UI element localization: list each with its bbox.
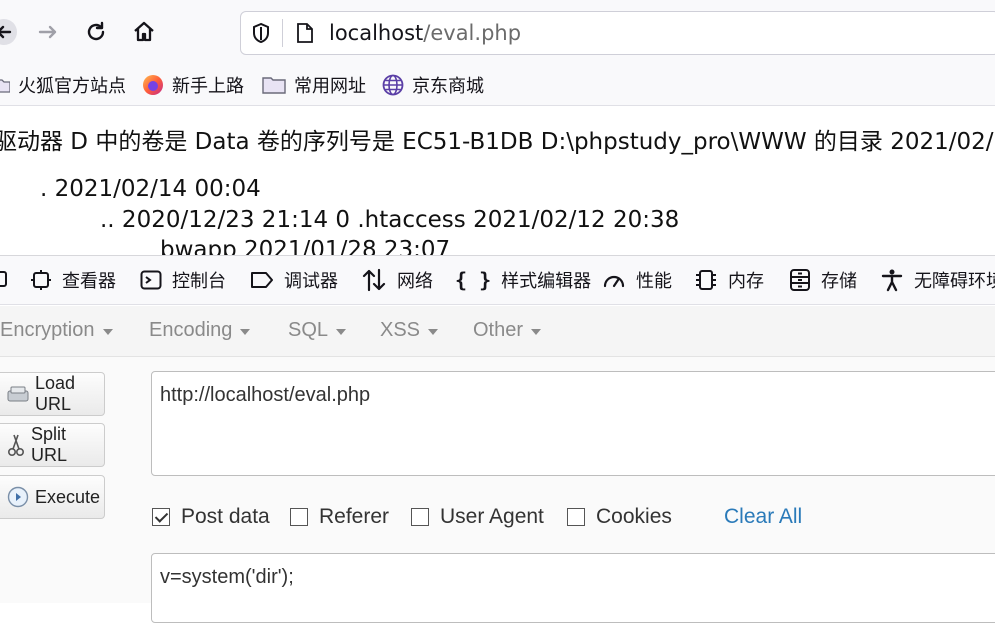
reload-icon	[87, 21, 105, 41]
menu-sql[interactable]: SQL	[288, 319, 347, 342]
page-icon	[296, 22, 314, 48]
checkbox-checked-icon[interactable]	[152, 508, 170, 526]
tab-accessibility[interactable]: 无障碍环境	[880, 266, 995, 294]
tab-network[interactable]: 网络	[361, 266, 433, 294]
load-url-button[interactable]: Load URL	[0, 372, 105, 416]
folder-icon	[0, 76, 10, 94]
home-button[interactable]	[126, 14, 162, 50]
caret-down-icon	[102, 328, 113, 335]
menu-encryption[interactable]: Encryption	[0, 319, 113, 342]
tab-style-editor[interactable]: { } 样式编辑器	[455, 266, 591, 294]
url-text[interactable]: localhost/eval.php	[329, 21, 521, 45]
play-icon	[7, 486, 29, 508]
shield-icon[interactable]	[251, 22, 271, 48]
caret-down-icon	[240, 328, 251, 335]
home-icon	[134, 21, 154, 42]
pick-element-icon[interactable]	[0, 268, 8, 296]
firefox-icon	[142, 74, 164, 96]
menu-other[interactable]: Other	[473, 319, 542, 342]
tab-inspector[interactable]: 查看器	[30, 266, 116, 294]
dir-output-line: . 2021/02/14 00:04	[40, 176, 261, 202]
url-bar[interactable]: localhost/eval.php	[240, 11, 995, 55]
hackbar-menu: Encryption Encoding SQL XSS Other	[0, 306, 995, 357]
urlbar-divider	[282, 19, 283, 47]
bookmark-getting-started[interactable]: 新手上路	[142, 71, 244, 99]
page-content: 驱动器 D 中的卷是 Data 卷的序列号是 EC51-B1DB D:\phps…	[0, 106, 995, 256]
menu-xss[interactable]: XSS	[380, 319, 439, 342]
folder-icon	[262, 75, 286, 95]
braces-icon: { }	[455, 268, 492, 292]
tab-memory[interactable]: 内存	[694, 266, 764, 294]
menu-encoding[interactable]: Encoding	[149, 319, 251, 342]
referer-checkbox[interactable]: Referer	[290, 505, 389, 528]
back-arrow-icon	[0, 19, 17, 45]
tab-console[interactable]: 控制台	[140, 266, 226, 294]
post-data-textarea[interactable]: v=system('dir');	[151, 553, 995, 623]
inspector-icon	[30, 269, 52, 291]
dir-output-line: bwapp 2021/01/28 23:07	[160, 237, 451, 256]
checkbox-icon[interactable]	[411, 508, 429, 526]
accessibility-icon	[880, 268, 904, 292]
tab-performance[interactable]: 性能	[602, 266, 672, 294]
caret-down-icon	[531, 328, 542, 335]
console-icon	[140, 269, 162, 291]
dir-output-line: .. 2020/12/23 21:14 0 .htaccess 2021/02/…	[100, 207, 680, 233]
network-arrows-icon	[361, 268, 387, 292]
bookmark-jd-mall[interactable]: 京东商城	[382, 71, 484, 99]
bookmarks-bar: 火狐官方站点 新手上路 常用网址 京东商城	[0, 65, 995, 106]
caret-down-icon	[428, 328, 439, 335]
user-agent-checkbox[interactable]: User Agent	[411, 505, 544, 528]
reload-button[interactable]	[78, 14, 114, 50]
post-data-checkbox[interactable]: Post data	[152, 505, 270, 528]
execute-button[interactable]: Execute	[0, 475, 105, 519]
split-url-button[interactable]: Split URL	[0, 423, 105, 467]
url-textarea[interactable]: http://localhost/eval.php	[151, 371, 995, 476]
storage-icon	[789, 268, 811, 292]
checkbox-icon[interactable]	[567, 508, 585, 526]
gauge-icon	[602, 269, 626, 291]
dir-output-line: 驱动器 D 中的卷是 Data 卷的序列号是 EC51-B1DB D:\phps…	[0, 129, 994, 155]
browser-toolbar: localhost/eval.php	[0, 0, 995, 65]
debugger-icon	[250, 269, 274, 291]
bookmark-common-sites[interactable]: 常用网址	[262, 71, 366, 99]
load-url-icon	[7, 385, 29, 403]
cookies-checkbox[interactable]: Cookies	[567, 505, 672, 528]
tab-debugger[interactable]: 调试器	[250, 266, 338, 294]
globe-icon	[382, 74, 404, 96]
bookmark-firefox-site[interactable]: 火狐官方站点	[0, 71, 126, 99]
forward-arrow-icon	[38, 25, 57, 39]
forward-button[interactable]	[30, 14, 66, 50]
back-button[interactable]	[0, 14, 22, 50]
scissors-icon	[7, 433, 25, 457]
caret-down-icon	[336, 328, 347, 335]
tab-storage[interactable]: 存储	[789, 266, 857, 294]
devtools-tabbar: 查看器 控制台 调试器 网络 { } 样式编辑器 性能 内存 存储 无障碍环境	[0, 255, 995, 305]
checkbox-icon[interactable]	[290, 508, 308, 526]
memory-chip-icon	[694, 268, 718, 292]
clear-all-link[interactable]: Clear All	[724, 505, 802, 529]
